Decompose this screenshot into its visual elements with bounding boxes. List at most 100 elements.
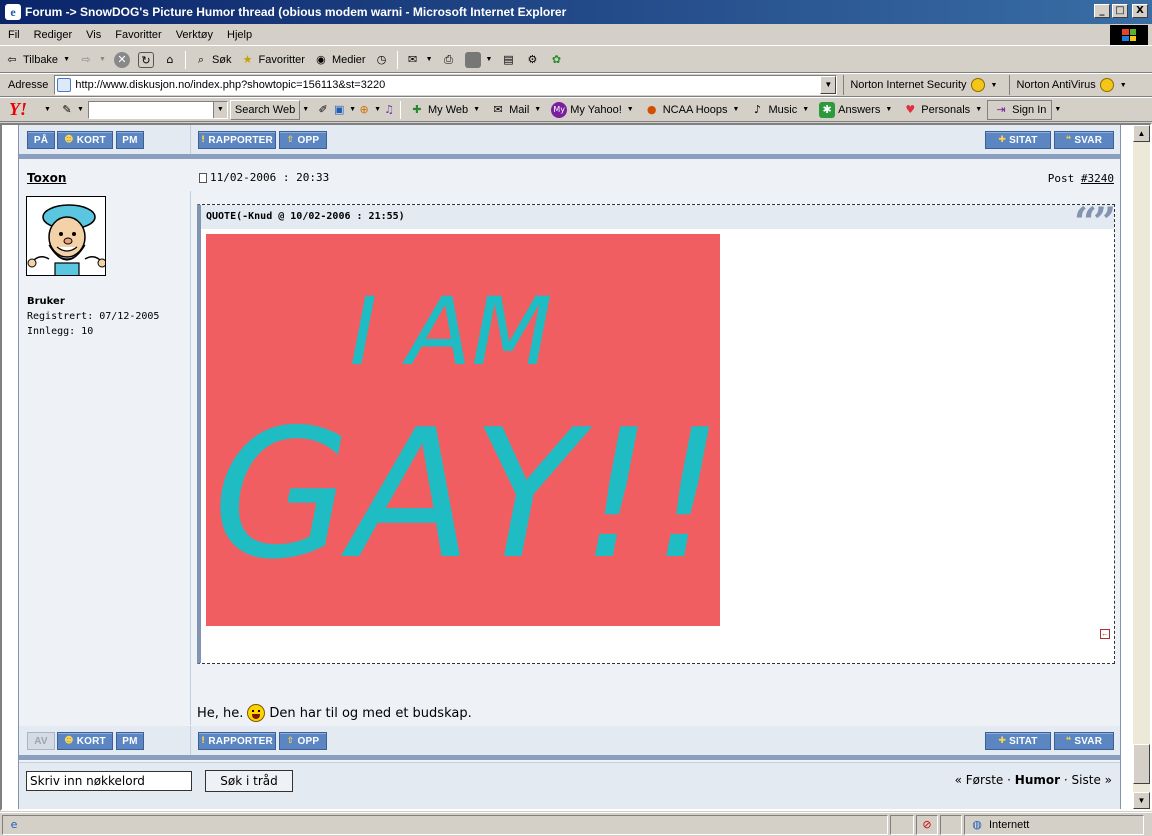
thread-search-button[interactable]: Søk i tråd bbox=[205, 770, 293, 792]
bottom-opp-button[interactable]: ⇧ OPP bbox=[279, 732, 327, 750]
mail-link-dropdown-icon[interactable]: ▼ bbox=[534, 106, 541, 113]
search-web-dropdown-icon[interactable]: ▼ bbox=[302, 106, 309, 113]
address-input[interactable]: http://www.diskusjon.no/index.php?showto… bbox=[54, 75, 838, 95]
top-kort-button[interactable]: ☻ KORT bbox=[57, 131, 113, 149]
personals-dropdown-icon[interactable]: ▼ bbox=[975, 106, 982, 113]
my-yahoo-label: My Yahoo! bbox=[570, 103, 622, 116]
top-rapporter-button[interactable]: ! RAPPORTER bbox=[198, 131, 276, 149]
highlighter-icon[interactable]: ✐ bbox=[315, 102, 331, 118]
search-web-button[interactable]: Search Web bbox=[229, 99, 301, 120]
cartoon-avatar-image bbox=[27, 197, 105, 275]
back-to-top-icon[interactable]: ← bbox=[1100, 629, 1110, 639]
first-page-link[interactable]: « Første bbox=[955, 773, 1004, 787]
edit-button[interactable]: ▼ bbox=[461, 49, 497, 71]
page-content: PÅ ☻ KORT PM ! RAPPORTER ⇧ OPP ✚ SITAT ❝… bbox=[0, 123, 1152, 811]
sign-in-button[interactable]: ⇥ Sign In bbox=[987, 99, 1053, 120]
top-sitat-button[interactable]: ✚ SITAT bbox=[985, 131, 1051, 149]
yahoo-search-input[interactable]: ▼ bbox=[87, 100, 228, 119]
answers-dropdown-icon[interactable]: ▼ bbox=[885, 106, 892, 113]
music-note-icon: ♪ bbox=[753, 102, 761, 116]
norton-antivirus-dropdown-icon[interactable]: ▼ bbox=[1120, 82, 1127, 89]
current-forum-link[interactable]: Humor bbox=[1015, 773, 1060, 787]
menu-view[interactable]: Vis bbox=[79, 29, 108, 41]
close-button[interactable]: X bbox=[1132, 4, 1148, 18]
scroll-thumb[interactable] bbox=[1133, 744, 1150, 784]
last-page-link[interactable]: Siste » bbox=[1072, 773, 1112, 787]
window-dropdown-icon[interactable]: ▼ bbox=[349, 106, 356, 113]
search-button[interactable]: ⌕ Søk bbox=[189, 49, 236, 71]
print-button[interactable]: ⎙ bbox=[437, 49, 461, 71]
yahoo-logo[interactable]: Y! bbox=[0, 99, 42, 120]
mail-dropdown-icon[interactable]: ▼ bbox=[426, 56, 433, 63]
address-dropdown-icon[interactable]: ▼ bbox=[820, 76, 837, 94]
headphones-icon[interactable]: ♫ bbox=[381, 102, 397, 118]
my-web-button[interactable]: ✚ My Web ▼ bbox=[404, 102, 485, 118]
my-yahoo-dropdown-icon[interactable]: ▼ bbox=[627, 106, 634, 113]
personals-link[interactable]: ♥ Personals ▼ bbox=[897, 102, 987, 118]
bottom-kort-button[interactable]: ☻ KORT bbox=[57, 732, 113, 750]
window-controls: _ □ X bbox=[1094, 4, 1148, 18]
edit-dropdown-icon[interactable]: ▼ bbox=[486, 56, 493, 63]
discuss-button[interactable]: ▤ bbox=[496, 49, 520, 71]
top-opp-button[interactable]: ⇧ OPP bbox=[279, 131, 327, 149]
menu-favorites[interactable]: Favoritter bbox=[108, 29, 168, 41]
window-icon[interactable]: ▣ bbox=[331, 102, 347, 118]
top-pm-button[interactable]: PM bbox=[116, 131, 144, 149]
stop-button[interactable]: ✕ bbox=[110, 49, 134, 71]
answers-link[interactable]: ✱ Answers ▼ bbox=[814, 101, 897, 118]
history-button[interactable]: ◷ bbox=[370, 49, 394, 71]
music-link[interactable]: ♪ Music ▼ bbox=[744, 102, 814, 118]
home-button[interactable]: ⌂ bbox=[158, 49, 182, 71]
scroll-up-button[interactable]: ▲ bbox=[1133, 125, 1150, 142]
search-label: Søk bbox=[211, 53, 232, 66]
pencil-icon[interactable]: ✎ bbox=[59, 102, 75, 118]
music-dropdown-icon[interactable]: ▼ bbox=[802, 106, 809, 113]
vertical-scrollbar[interactable]: ▲ ▼ bbox=[1133, 125, 1150, 809]
scroll-down-button[interactable]: ▼ bbox=[1133, 792, 1150, 809]
menu-edit[interactable]: Rediger bbox=[27, 29, 80, 41]
bottom-pm-button[interactable]: PM bbox=[116, 732, 144, 750]
author-name-link[interactable]: Toxon bbox=[27, 171, 66, 185]
bottom-rapporter-button[interactable]: ! RAPPORTER bbox=[198, 732, 276, 750]
norton-security-button[interactable]: Norton Internet Security ▼ bbox=[843, 75, 1003, 95]
messenger-button[interactable]: ✿ bbox=[544, 49, 568, 71]
pencil-dropdown-icon[interactable]: ▼ bbox=[77, 106, 84, 113]
crosshair-dropdown-icon[interactable]: ▼ bbox=[374, 106, 381, 113]
ncaa-dropdown-icon[interactable]: ▼ bbox=[733, 106, 740, 113]
menu-help[interactable]: Hjelp bbox=[220, 29, 259, 41]
norton-antivirus-button[interactable]: Norton AntiVirus ▼ bbox=[1009, 75, 1132, 95]
forward-button[interactable]: ⇨ ▼ bbox=[74, 49, 110, 71]
minimize-button[interactable]: _ bbox=[1094, 4, 1110, 18]
personals-label: Personals bbox=[921, 103, 971, 116]
menu-file[interactable]: Fil bbox=[0, 29, 27, 41]
top-pa-button[interactable]: PÅ bbox=[27, 131, 55, 149]
forward-dropdown-icon[interactable]: ▼ bbox=[99, 56, 106, 63]
yahoo-logo-dropdown-icon[interactable]: ▼ bbox=[44, 106, 51, 113]
sign-in-dropdown-icon[interactable]: ▼ bbox=[1054, 106, 1061, 113]
crosshair-icon[interactable]: ⊕ bbox=[356, 102, 372, 118]
yahoo-search-dropdown-icon[interactable]: ▼ bbox=[212, 101, 227, 118]
post-number-link[interactable]: #3240 bbox=[1081, 172, 1114, 185]
back-button[interactable]: ⇦ Tilbake ▼ bbox=[0, 49, 74, 71]
answers-label: Answers bbox=[838, 103, 881, 116]
bottom-svar-button[interactable]: ❝ SVAR bbox=[1054, 732, 1114, 750]
research-button[interactable]: ⚙ bbox=[520, 49, 544, 71]
refresh-button[interactable]: ↻ bbox=[134, 49, 158, 71]
media-button[interactable]: ◉ Medier bbox=[309, 49, 370, 71]
my-web-dropdown-icon[interactable]: ▼ bbox=[473, 106, 480, 113]
favorites-label: Favoritter bbox=[258, 53, 305, 66]
favorites-button[interactable]: ★ Favoritter bbox=[236, 49, 309, 71]
top-svar-button[interactable]: ❝ SVAR bbox=[1054, 131, 1114, 149]
popup-blocker-icon[interactable]: ⊘ bbox=[919, 817, 935, 833]
maximize-button[interactable]: □ bbox=[1112, 4, 1128, 18]
mail-button[interactable]: ✉ ▼ bbox=[401, 49, 437, 71]
menu-tools[interactable]: Verktøy bbox=[169, 29, 220, 41]
bottom-sitat-button[interactable]: ✚ SITAT bbox=[985, 732, 1051, 750]
my-yahoo-link[interactable]: My My Yahoo! ▼ bbox=[546, 101, 639, 118]
norton-security-dropdown-icon[interactable]: ▼ bbox=[991, 82, 998, 89]
post-number: Post #3240 bbox=[1048, 172, 1114, 185]
back-dropdown-icon[interactable]: ▼ bbox=[63, 56, 70, 63]
ncaa-hoops-link[interactable]: ● NCAA Hoops ▼ bbox=[639, 102, 745, 118]
thread-search-input[interactable]: Skriv inn nøkkelord bbox=[26, 771, 192, 791]
mail-link[interactable]: ✉ Mail ▼ bbox=[485, 102, 546, 118]
